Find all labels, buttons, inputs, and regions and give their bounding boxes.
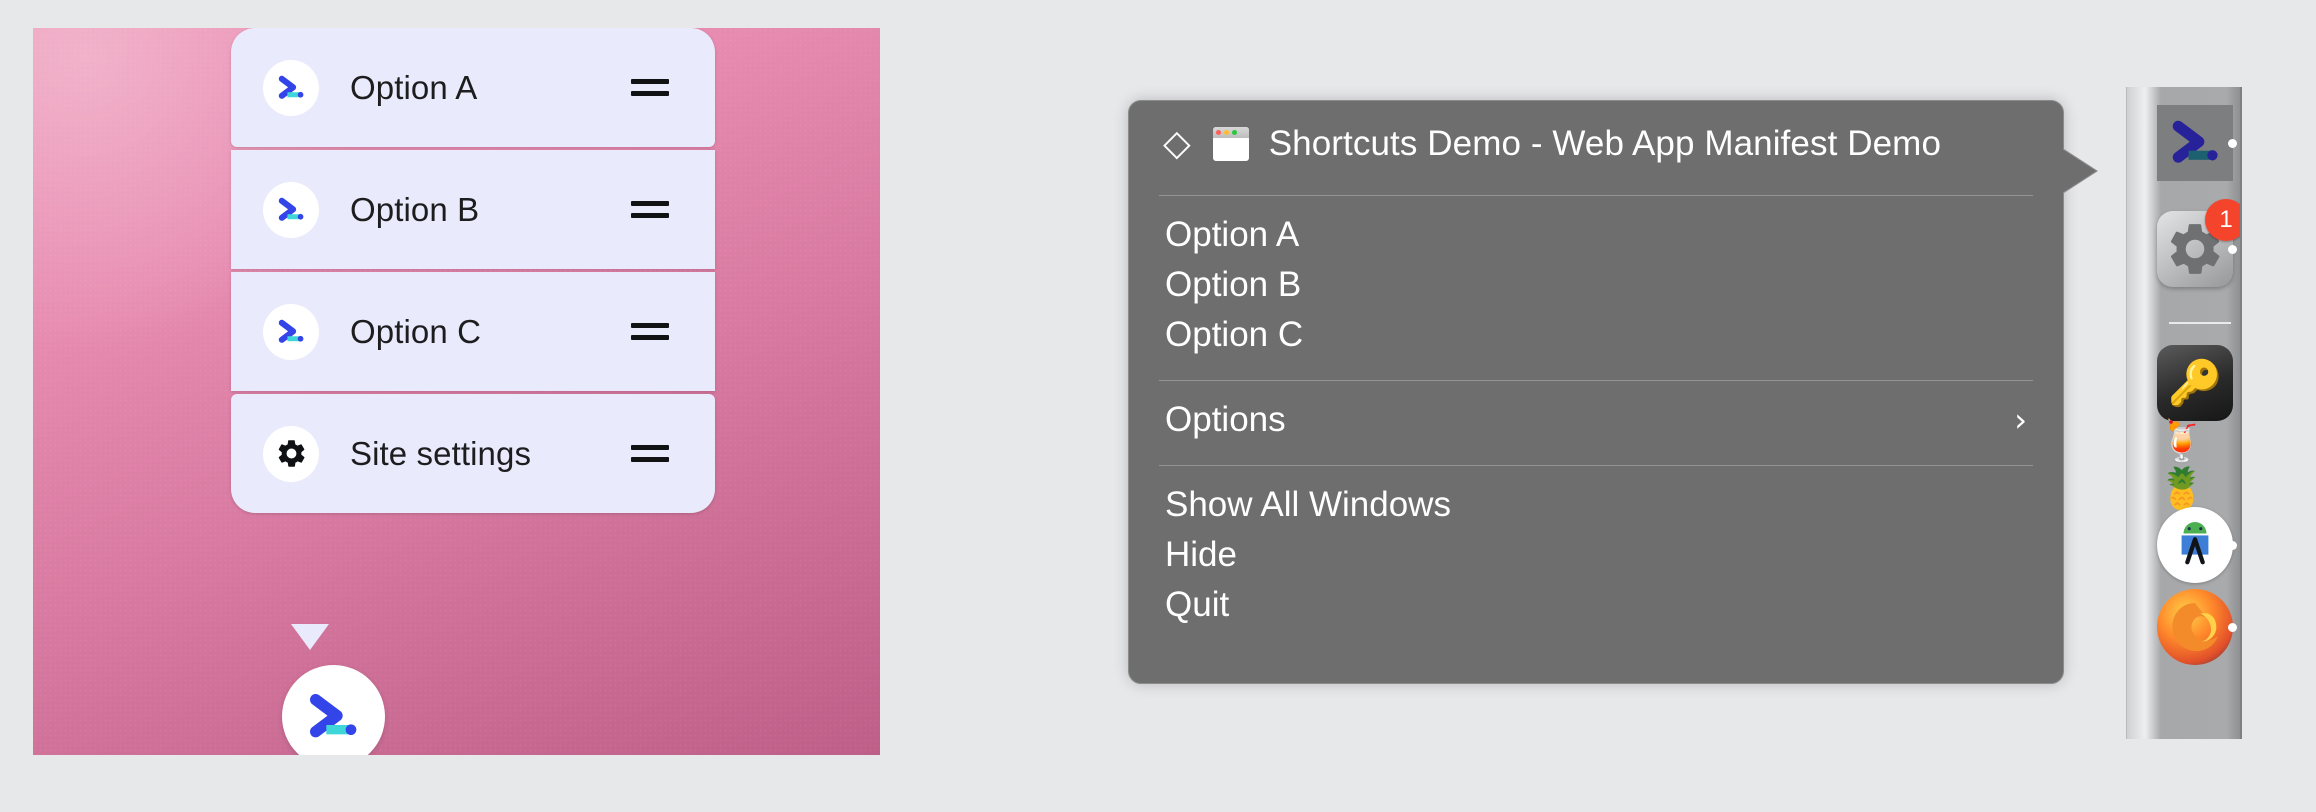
dock-item-system-settings[interactable]: 1 <box>2157 211 2233 287</box>
menu-item-option-c[interactable]: Option C <box>1129 310 2063 360</box>
shortcut-list: Option A Option B <box>231 28 715 513</box>
shortcuts-logo-icon <box>263 304 319 360</box>
menu-group-shortcuts: Option A Option B Option C <box>1129 196 2063 372</box>
dock-item-drink[interactable]: 🍹🍍 <box>2157 427 2233 503</box>
menu-item-label: Option B <box>1165 265 1301 305</box>
running-indicator-dot <box>2228 139 2237 148</box>
menu-item-label: Quit <box>1165 585 1229 625</box>
context-menu-header: ◇ Shortcuts Demo - Web App Manifest Demo <box>1129 101 2063 187</box>
drag-handle-icon[interactable] <box>631 443 669 465</box>
shortcut-label: Site settings <box>350 435 631 473</box>
running-indicator-dot <box>2228 245 2237 254</box>
context-menu-pointer <box>2062 149 2096 193</box>
menu-item-label: Option A <box>1165 215 1299 255</box>
running-indicator-dot <box>2228 623 2237 632</box>
menu-group-window-actions: Show All Windows Hide Quit <box>1129 466 2063 642</box>
drag-handle-icon[interactable] <box>631 199 669 221</box>
shortcuts-logo-icon <box>263 182 319 238</box>
running-indicator-dot <box>2228 541 2237 550</box>
dock-item-shortcuts[interactable] <box>2157 105 2233 181</box>
shortcut-item-option-a[interactable]: Option A <box>231 28 715 147</box>
menu-item-option-a[interactable]: Option A <box>1129 210 2063 260</box>
shortcut-label: Option C <box>350 313 631 351</box>
menu-group-options: Options › <box>1129 381 2063 457</box>
menu-item-options[interactable]: Options › <box>1129 395 2063 445</box>
notification-badge: 1 <box>2205 199 2242 241</box>
shortcut-item-option-c[interactable]: Option C <box>231 272 715 391</box>
menu-item-label: Option C <box>1165 315 1303 355</box>
shortcut-item-site-settings[interactable]: Site settings <box>231 394 715 513</box>
shortcuts-logo-icon <box>263 60 319 116</box>
diamond-icon: ◇ <box>1163 126 1191 162</box>
dock-separator <box>2169 322 2231 324</box>
macos-dock: 1 🔑 🍹🍍 <box>2126 87 2242 739</box>
android-shortcuts-popup: Option A Option B <box>33 28 880 755</box>
shortcuts-logo-icon <box>282 665 385 755</box>
dock-item-firefox-developer[interactable] <box>2157 589 2233 665</box>
tropical-drink-icon: 🍹🍍 <box>2157 418 2233 512</box>
dock-item-keychain-access[interactable]: 🔑 <box>2157 345 2233 421</box>
shortcut-label: Option A <box>350 69 631 107</box>
popup-pointer-tail <box>291 624 329 650</box>
chevron-right-icon: › <box>2014 404 2027 436</box>
gear-icon <box>263 426 319 482</box>
home-screen-app-shortcuts[interactable]: Shortcuts <box>273 665 393 755</box>
menu-item-option-b[interactable]: Option B <box>1129 260 2063 310</box>
window-icon <box>1212 126 1250 162</box>
screenshot-stage: Option A Option B <box>0 0 2316 812</box>
menu-item-show-all-windows[interactable]: Show All Windows <box>1129 480 2063 530</box>
keys-icon: 🔑 <box>2168 357 2223 409</box>
drag-handle-icon[interactable] <box>631 77 669 99</box>
dock-item-android-studio[interactable] <box>2157 507 2233 583</box>
menu-item-hide[interactable]: Hide <box>1129 530 2063 580</box>
menu-item-label: Hide <box>1165 535 1237 575</box>
shortcut-item-option-b[interactable]: Option B <box>231 150 715 269</box>
context-menu-title: Shortcuts Demo - Web App Manifest Demo <box>1269 124 1941 164</box>
menu-item-label: Show All Windows <box>1165 485 1451 525</box>
shortcut-label: Option B <box>350 191 631 229</box>
menu-item-label: Options <box>1165 400 1286 440</box>
drag-handle-icon[interactable] <box>631 321 669 343</box>
dock-context-menu: ◇ Shortcuts Demo - Web App Manifest Demo… <box>1128 100 2064 684</box>
menu-item-quit[interactable]: Quit <box>1129 580 2063 630</box>
